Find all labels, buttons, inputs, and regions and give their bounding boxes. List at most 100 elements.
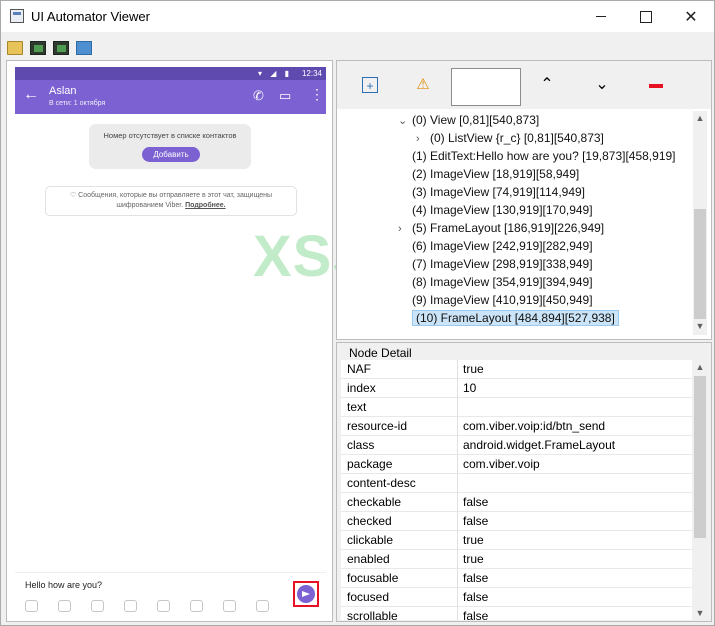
phone-call-icon[interactable]: ✆ bbox=[253, 88, 264, 104]
learn-more-link[interactable]: Подробнее. bbox=[185, 202, 226, 209]
chevron-up-icon[interactable]: ⌃ bbox=[539, 77, 555, 93]
scroll-thumb[interactable] bbox=[694, 376, 706, 538]
detail-row-NAF[interactable]: NAF true bbox=[341, 360, 692, 379]
remove-icon[interactable] bbox=[649, 84, 663, 88]
tree-node-label: (4) ImageView [130,919][170,949] bbox=[412, 203, 593, 217]
detail-row-package[interactable]: package com.viber.voip bbox=[341, 455, 692, 474]
folder-open-icon[interactable] bbox=[7, 41, 23, 55]
column-divider bbox=[457, 569, 458, 588]
scroll-up-icon[interactable]: ▲ bbox=[693, 111, 707, 125]
tree-node[interactable]: (1) EditText:Hello how are you? [19,873]… bbox=[398, 147, 676, 165]
detail-value: com.viber.voip:id/btn_send bbox=[463, 419, 606, 433]
tree-node[interactable]: (3) ImageView [74,919][114,949] bbox=[398, 183, 585, 201]
main-toolbar bbox=[1, 32, 714, 60]
scroll-up-icon[interactable]: ▲ bbox=[693, 360, 707, 374]
window-title: UI Automator Viewer bbox=[31, 9, 150, 24]
detail-row-class[interactable]: class android.widget.FrameLayout bbox=[341, 436, 692, 455]
save-icon[interactable] bbox=[76, 41, 92, 55]
tree-node[interactable]: (2) ImageView [18,919][58,949] bbox=[398, 165, 579, 183]
column-divider bbox=[457, 455, 458, 474]
tree-node-label: (1) EditText:Hello how are you? [19,873]… bbox=[412, 149, 676, 163]
doodle-icon[interactable] bbox=[157, 600, 170, 612]
gif-icon[interactable] bbox=[124, 600, 137, 612]
tree-node[interactable]: (9) ImageView [410,919][450,949] bbox=[398, 291, 593, 309]
hierarchy-tree[interactable]: ⌄ (0) View [0,81][540,873] › (0) ListView {… bbox=[344, 111, 693, 331]
tree-node-label: (6) ImageView [242,919][282,949] bbox=[412, 239, 593, 253]
contact-status: В сети: 1 октября bbox=[49, 100, 106, 107]
chevron-down-icon[interactable]: ⌄ bbox=[594, 77, 610, 93]
status-icons: ▾ ◢ ▮ bbox=[257, 69, 292, 78]
expand-icon[interactable]: › bbox=[416, 130, 430, 148]
tree-node[interactable]: (8) ImageView [354,919][394,949] bbox=[398, 273, 593, 291]
tree-node-label: (8) ImageView [354,919][394,949] bbox=[412, 275, 593, 289]
collapse-icon[interactable]: ⌄ bbox=[398, 112, 412, 130]
location-icon[interactable] bbox=[223, 600, 236, 612]
detail-row-focused[interactable]: focused false bbox=[341, 588, 692, 607]
tree-scrollbar[interactable]: ▲ ▼ bbox=[693, 111, 707, 335]
status-time: 12:34 bbox=[301, 69, 322, 78]
detail-row-clickable[interactable]: clickable true bbox=[341, 531, 692, 550]
detail-value: android.widget.FrameLayout bbox=[463, 438, 616, 452]
detail-value: com.viber.voip bbox=[463, 457, 540, 471]
tree-node-label: (0) View [0,81][540,873] bbox=[412, 113, 540, 127]
tree-node[interactable]: (4) ImageView [130,919][170,949] bbox=[398, 201, 593, 219]
back-arrow-icon[interactable]: ← bbox=[23, 86, 39, 104]
file-icon[interactable] bbox=[190, 600, 203, 612]
maximize-button[interactable] bbox=[623, 1, 669, 32]
camera-icon[interactable] bbox=[91, 600, 104, 612]
node-detail-title: Node Detail bbox=[347, 346, 414, 360]
column-divider bbox=[457, 550, 458, 569]
scroll-thumb[interactable] bbox=[694, 209, 706, 319]
composer-icons bbox=[25, 600, 285, 614]
tree-node[interactable]: ⌄ (0) View [0,81][540,873] bbox=[398, 111, 539, 129]
search-input[interactable] bbox=[451, 68, 521, 106]
tree-node[interactable]: › (0) ListView {r_c} [0,81][540,873] bbox=[416, 129, 604, 147]
tree-node-selected[interactable]: (10) FrameLayout [484,894][527,938] bbox=[398, 309, 619, 327]
detail-row-index[interactable]: index 10 bbox=[341, 379, 692, 398]
detail-value: false bbox=[463, 571, 489, 585]
detail-key: enabled bbox=[347, 552, 390, 566]
detail-row-scrollable[interactable]: scrollable false bbox=[341, 607, 692, 620]
message-input[interactable]: Hello how are you? bbox=[25, 580, 102, 590]
close-button[interactable]: ✕ bbox=[668, 1, 714, 32]
detail-row-content-desc[interactable]: content-desc bbox=[341, 474, 692, 493]
warning-icon[interactable]: ⚠ bbox=[415, 77, 431, 93]
send-button[interactable] bbox=[293, 581, 319, 607]
detail-row-checkable[interactable]: checkable false bbox=[341, 493, 692, 512]
detail-key: index bbox=[347, 381, 376, 395]
more-options-icon[interactable]: ⋮ bbox=[310, 86, 324, 103]
detail-row-enabled[interactable]: enabled true bbox=[341, 550, 692, 569]
scroll-down-icon[interactable]: ▼ bbox=[693, 606, 707, 620]
main-window: UI Automator Viewer ✕ ▾ ◢ ▮ 12:34 ← Asla… bbox=[0, 0, 715, 626]
detail-scrollbar[interactable]: ▲ ▼ bbox=[693, 360, 707, 620]
expand-icon[interactable]: › bbox=[398, 220, 412, 238]
detail-row-resource-id[interactable]: resource-id com.viber.voip:id/btn_send bbox=[341, 417, 692, 436]
detail-row-checked[interactable]: checked false bbox=[341, 512, 692, 531]
column-divider bbox=[457, 474, 458, 493]
detail-value: 10 bbox=[463, 381, 477, 395]
contact-name[interactable]: Aslan bbox=[49, 85, 77, 97]
phone-screen[interactable]: ▾ ◢ ▮ 12:34 ← Aslan В сети: 1 октября ✆ … bbox=[15, 67, 326, 619]
scroll-down-icon[interactable]: ▼ bbox=[693, 319, 707, 333]
add-person-icon[interactable] bbox=[256, 600, 269, 612]
emoji-icon[interactable] bbox=[58, 600, 71, 612]
node-detail-table[interactable]: NAF true index 10 text resource-id com.viber.v… bbox=[341, 360, 692, 620]
add-contact-button[interactable]: Добавить bbox=[142, 147, 200, 162]
tree-node[interactable]: (6) ImageView [242,919][282,949] bbox=[398, 237, 593, 255]
tree-node[interactable]: › (5) FrameLayout [186,919][226,949] bbox=[398, 219, 604, 237]
hierarchy-panel: + ⚠ ⌃ ⌄ ⌄ (0) View [0,81][540,873] › (0) Li… bbox=[336, 60, 712, 340]
tree-node-label: (10) FrameLayout [484,894][527,938] bbox=[412, 310, 619, 326]
column-divider bbox=[457, 360, 458, 379]
tree-node-label: (5) FrameLayout [186,919][226,949] bbox=[412, 221, 605, 235]
detail-row-text[interactable]: text bbox=[341, 398, 692, 417]
sticker-icon[interactable] bbox=[25, 600, 38, 612]
minimize-button[interactable] bbox=[578, 1, 624, 32]
video-call-icon[interactable]: ▭ bbox=[279, 88, 291, 104]
device-screenshot-compressed-icon[interactable] bbox=[53, 41, 69, 55]
detail-key: scrollable bbox=[347, 609, 398, 620]
expand-all-icon[interactable]: + bbox=[362, 77, 378, 93]
device-screenshot-icon[interactable] bbox=[30, 41, 46, 55]
screenshot-panel[interactable]: ▾ ◢ ▮ 12:34 ← Aslan В сети: 1 октября ✆ … bbox=[6, 60, 333, 622]
detail-row-focusable[interactable]: focusable false bbox=[341, 569, 692, 588]
tree-node[interactable]: (7) ImageView [298,919][338,949] bbox=[398, 255, 593, 273]
